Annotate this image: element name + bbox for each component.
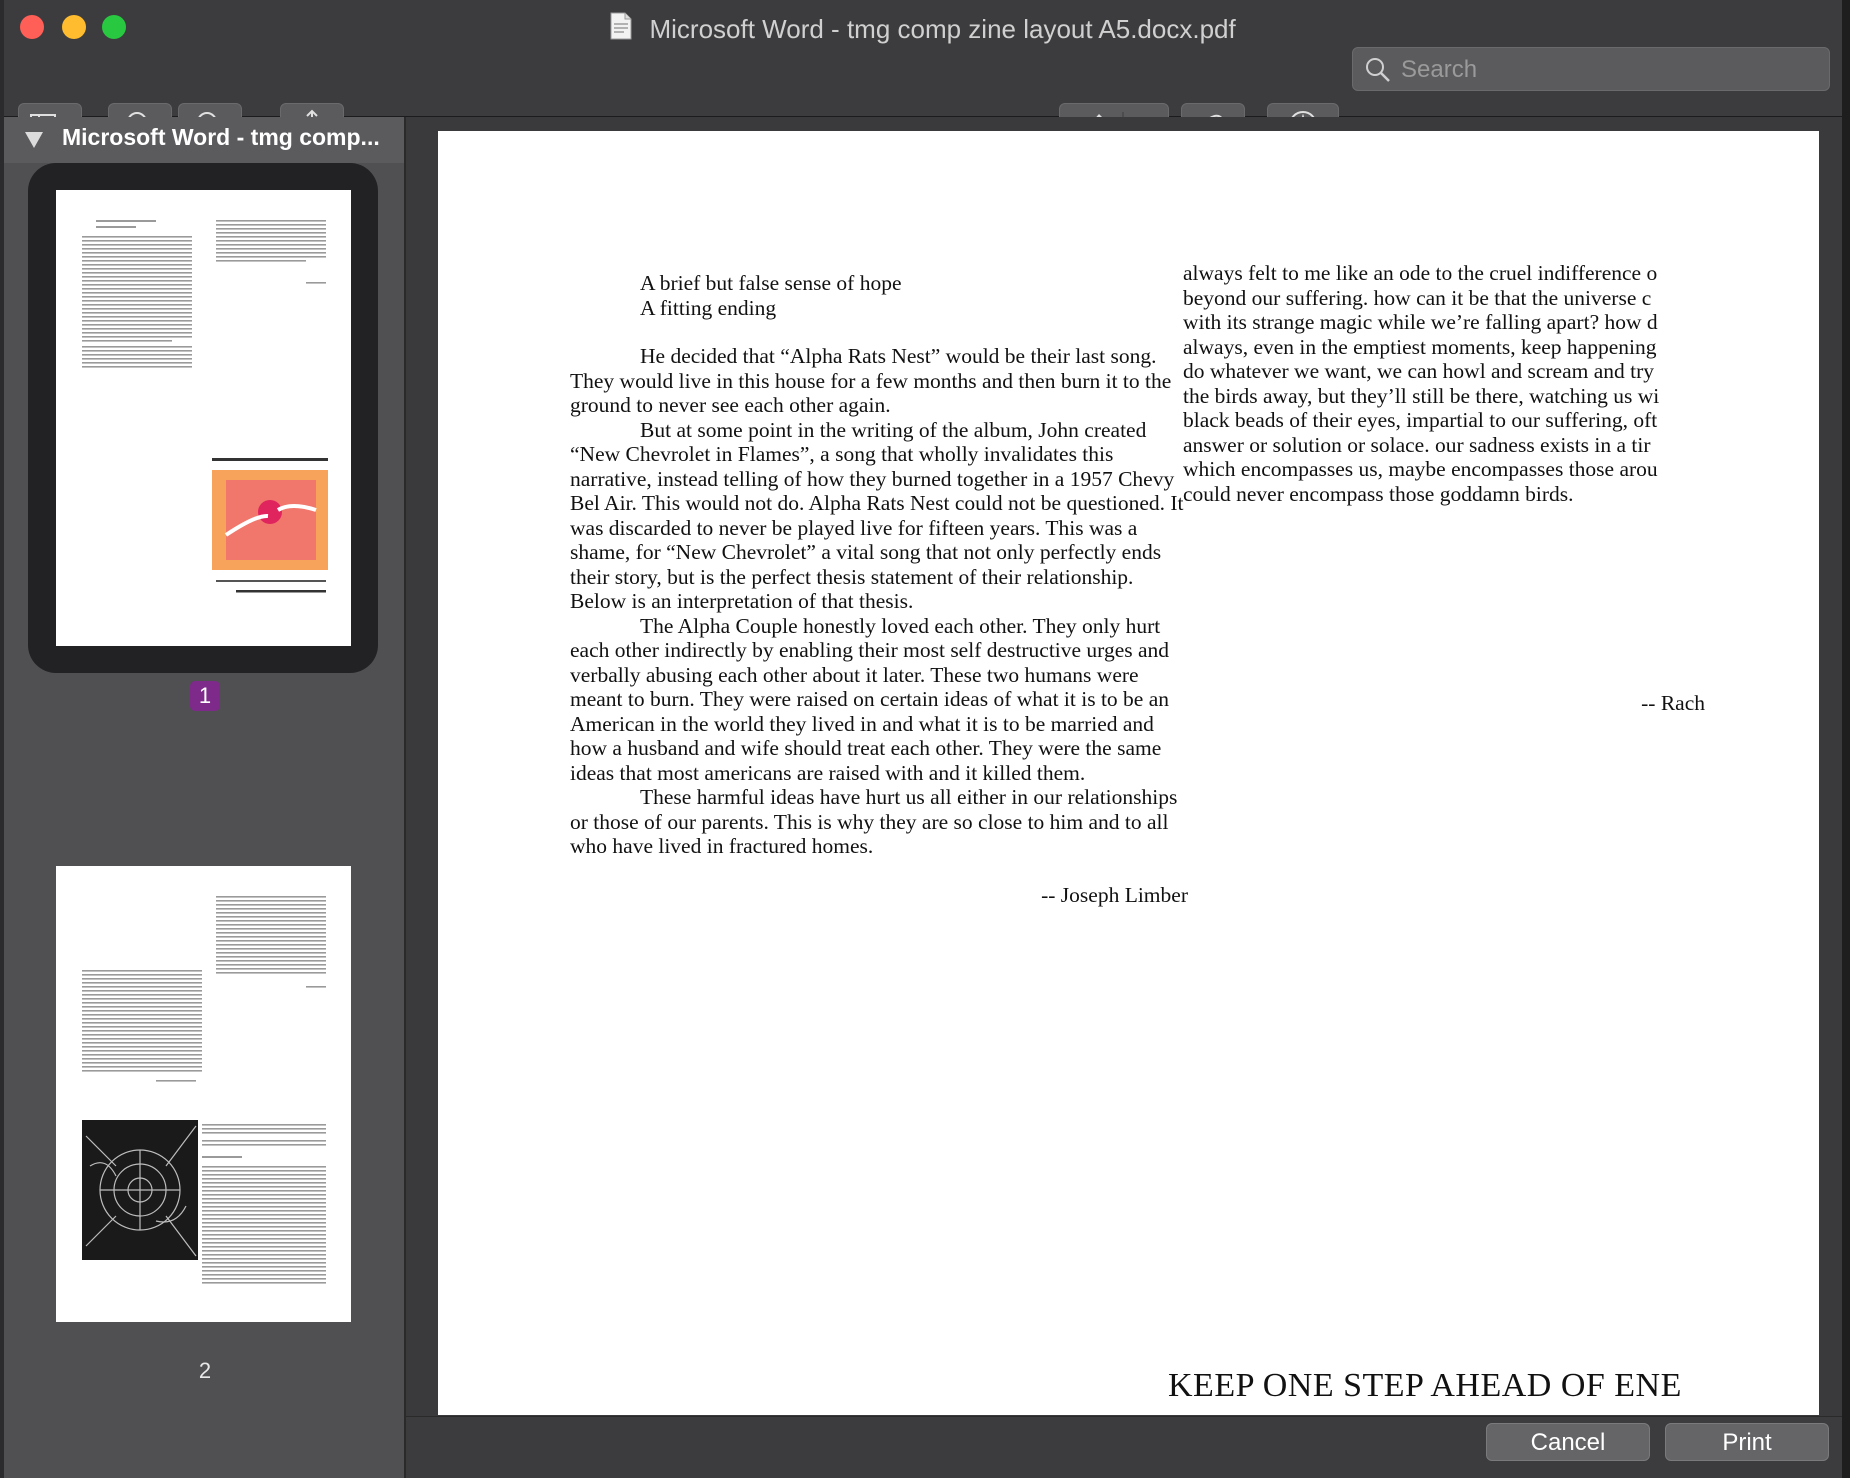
- body-paragraph: But at some point in the writing of the …: [570, 417, 1184, 614]
- poem-line-2: A fitting ending: [640, 295, 777, 320]
- body-paragraph: These harmful ideas have hurt us all eit…: [570, 785, 1178, 858]
- text-line: beyond our suffering. how can it be that…: [1183, 285, 1652, 310]
- banner-heading: KEEP ONE STEP AHEAD OF ENE: [1168, 1367, 1705, 1411]
- window-title-container: Microsoft Word - tmg comp zine layout A5…: [4, 12, 1842, 47]
- search-field[interactable]: [1352, 47, 1830, 91]
- text-line: which encompasses us, maybe encompasses …: [1183, 457, 1658, 481]
- poem-line-1: A brief but false sense of hope: [640, 271, 902, 295]
- dialog-footer: Cancel Print: [406, 1416, 1842, 1478]
- page-thumbnail-1[interactable]: [56, 190, 351, 646]
- cancel-button[interactable]: Cancel: [1486, 1423, 1650, 1461]
- document-view[interactable]: A brief but false sense of hope A fittin…: [406, 117, 1842, 1415]
- text-line: do whatever we want, we can howl and scr…: [1183, 359, 1655, 383]
- window-title: Microsoft Word - tmg comp zine layout A5…: [649, 14, 1236, 44]
- print-button[interactable]: Print: [1665, 1423, 1829, 1461]
- search-icon: [1365, 57, 1391, 88]
- preview-window: Microsoft Word - tmg comp zine layout A5…: [4, 0, 1842, 1478]
- page-2-number: 2: [198, 1358, 212, 1383]
- sidebar-doc-title: Microsoft Word - tmg comp...: [62, 124, 380, 150]
- banner-text: KEEP ONE STEP AHEAD OF ENE: [1168, 1367, 1682, 1404]
- page-1-preview-graphic: [82, 220, 328, 593]
- sidebar-doc-header[interactable]: Microsoft Word - tmg comp...: [4, 117, 404, 163]
- disclosure-triangle-icon[interactable]: [24, 131, 44, 154]
- search-input[interactable]: [1399, 52, 1823, 88]
- body-paragraph: He decided that “Alpha Rats Nest” would …: [570, 344, 1172, 417]
- text-line: always felt to me like an ode to the cru…: [1183, 261, 1658, 285]
- author-signature: -- Joseph Limber: [1041, 882, 1188, 907]
- author-signature: -- Rach: [1641, 691, 1705, 715]
- text-line: answer or solution or solace. our sadnes…: [1183, 432, 1651, 457]
- page-1-number-badge: 1: [190, 681, 220, 711]
- page-2-preview-graphic: [82, 896, 326, 1284]
- toolbar: [4, 47, 1842, 147]
- right-column-text: always felt to me like an ode to the cru…: [1183, 261, 1705, 506]
- body-paragraph: The Alpha Couple honestly loved each oth…: [570, 613, 1170, 785]
- text-line: the birds away, but they’ll still be the…: [1183, 383, 1660, 408]
- text-line: black beads of their eyes, impartial to …: [1183, 408, 1658, 432]
- window-edge: [1842, 0, 1850, 1478]
- pdf-page: A brief but false sense of hope A fittin…: [438, 131, 1819, 1415]
- text-line: could never encompass those goddamn bird…: [1183, 481, 1574, 506]
- text-line: with its strange magic while we’re falli…: [1183, 310, 1658, 334]
- left-column: A brief but false sense of hope A fittin…: [570, 271, 1188, 907]
- text-line: always, even in the emptiest moments, ke…: [1183, 334, 1657, 359]
- page-thumbnail-2[interactable]: [56, 866, 351, 1322]
- pdf-document-icon: [610, 12, 632, 47]
- right-column: always felt to me like an ode to the cru…: [1183, 261, 1705, 721]
